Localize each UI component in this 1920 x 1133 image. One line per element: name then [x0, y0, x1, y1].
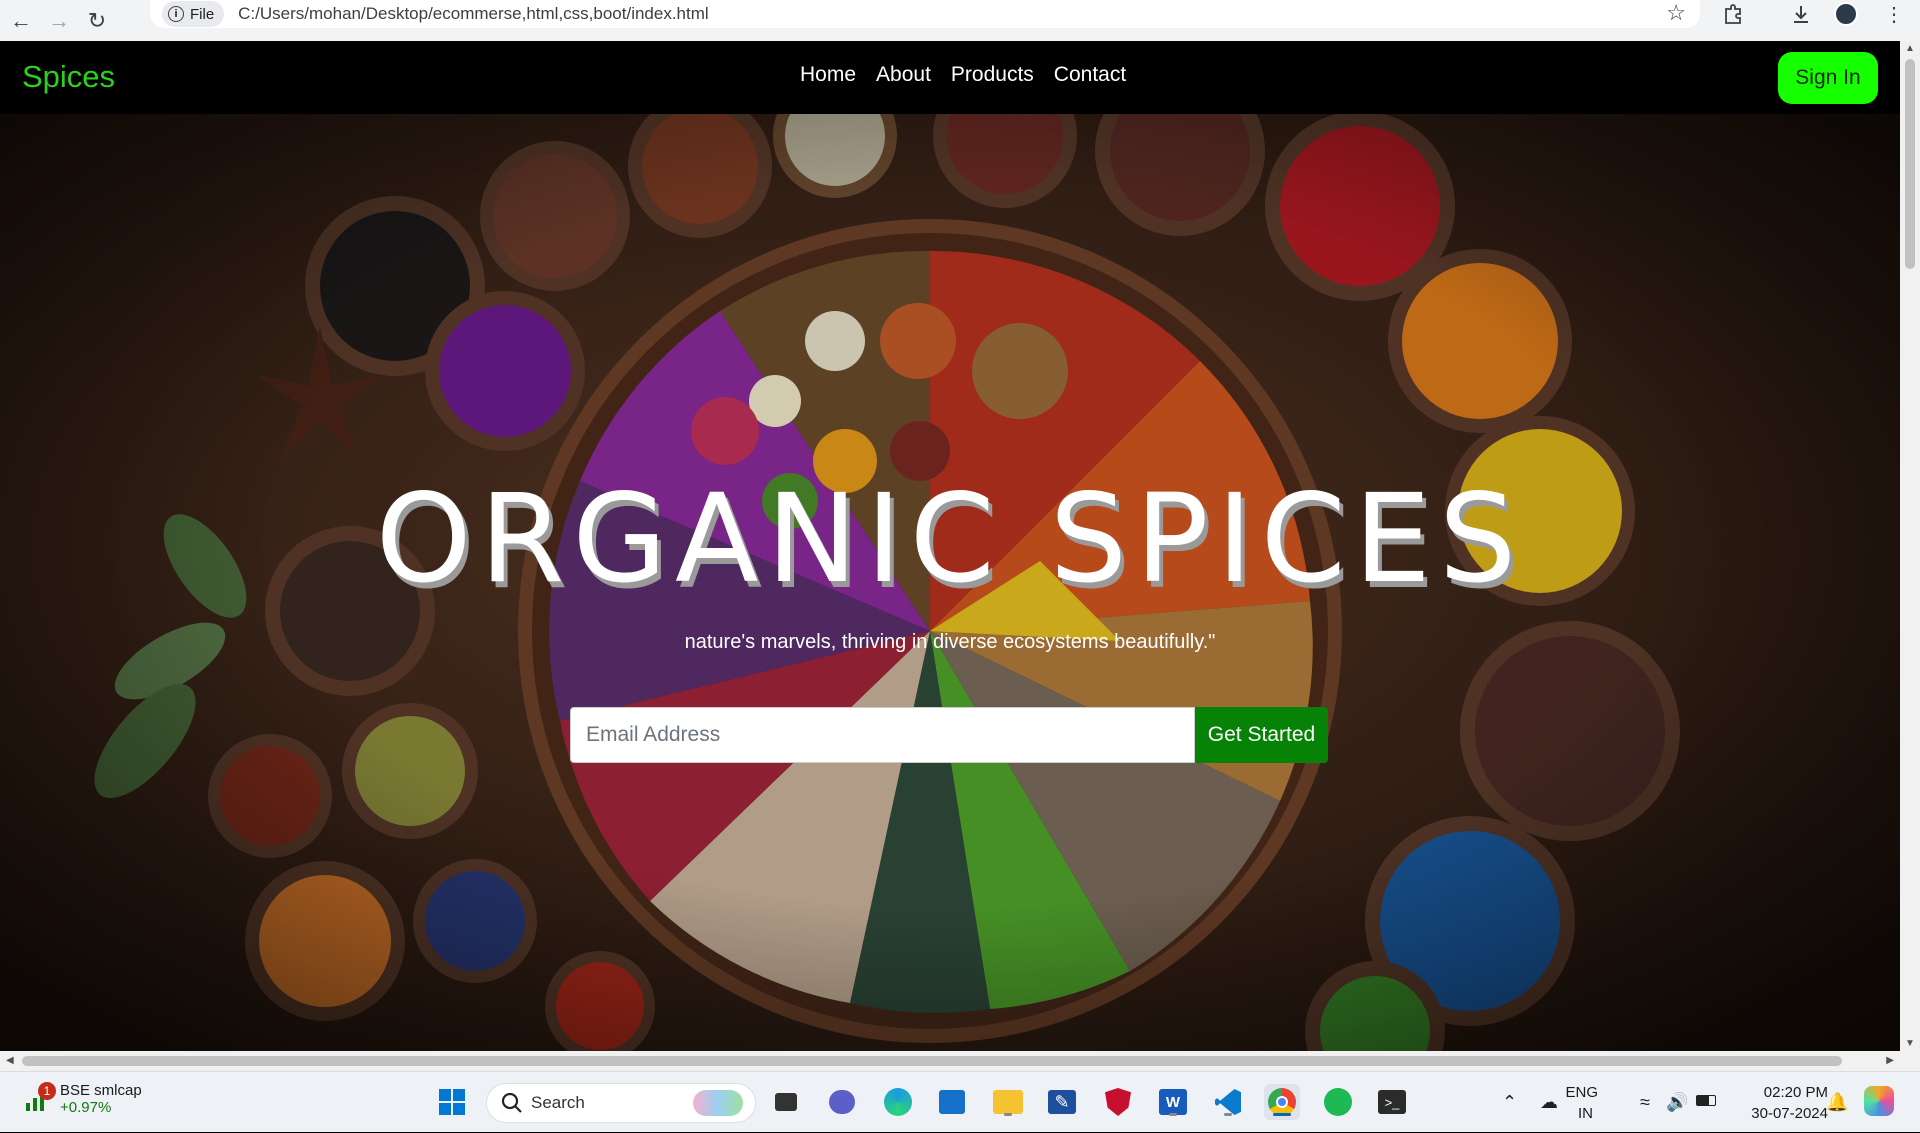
clock-time[interactable]: 02:20 PM	[1764, 1084, 1828, 1101]
address-bar[interactable]: i File C:/Users/mohan/Desktop/ecommerse,…	[150, 0, 1700, 28]
language-region[interactable]: IN	[1578, 1105, 1593, 1122]
site-navbar: Spices Home About Products Contact Sign …	[0, 41, 1900, 114]
horizontal-scroll-thumb[interactable]	[22, 1056, 1842, 1066]
vertical-scroll-thumb[interactable]	[1905, 59, 1915, 269]
nav-home[interactable]: Home	[800, 63, 856, 87]
back-icon[interactable]: ←	[4, 4, 38, 38]
nav-contact[interactable]: Contact	[1054, 63, 1126, 87]
download-icon[interactable]	[1790, 0, 1812, 28]
get-started-button[interactable]: Get Started	[1195, 707, 1328, 763]
web-page: Spices Home About Products Contact Sign …	[0, 41, 1900, 1051]
bookmark-star-icon[interactable]: ☆	[1666, 0, 1686, 26]
scroll-up-icon[interactable]: ▲	[1905, 43, 1915, 54]
windows-taskbar: 1 BSE smlcap +0.97% Search ✎ W >_ ⌃ ☁ EN…	[0, 1071, 1920, 1132]
horizontal-scrollbar[interactable]: ◀ ▶	[0, 1051, 1900, 1071]
brand-logo[interactable]: Spices	[22, 59, 115, 95]
browser-toolbar: ← → ↻ i File C:/Users/mohan/Desktop/ecom…	[0, 0, 1920, 41]
url-text[interactable]: C:/Users/mohan/Desktop/ecommerse,html,cs…	[238, 4, 709, 24]
email-input[interactable]	[570, 707, 1195, 763]
chevron-up-icon[interactable]: ⌃	[1502, 1092, 1517, 1113]
scroll-left-icon[interactable]: ◀	[6, 1055, 14, 1066]
vertical-scrollbar[interactable]: ▲ ▼	[1900, 41, 1920, 1051]
language-code[interactable]: ENG	[1565, 1084, 1598, 1101]
notification-bell-icon[interactable]: 🔔	[1826, 1092, 1848, 1113]
forward-icon[interactable]: →	[42, 4, 76, 38]
hero-subtitle: nature's marvels, thriving in diverse ec…	[684, 631, 1216, 653]
scroll-down-icon[interactable]: ▼	[1905, 1038, 1915, 1049]
sign-in-button[interactable]: Sign In	[1778, 52, 1878, 104]
scroll-right-icon[interactable]: ▶	[1886, 1055, 1894, 1066]
nav-links: Home About Products Contact	[800, 63, 1126, 87]
extensions-icon[interactable]	[1722, 0, 1744, 28]
nav-products[interactable]: Products	[951, 63, 1034, 87]
wifi-icon[interactable]: ≈	[1640, 1092, 1650, 1113]
email-signup-form: Get Started	[570, 707, 1328, 763]
nav-about[interactable]: About	[876, 63, 931, 87]
battery-icon[interactable]	[1696, 1092, 1716, 1113]
scrollbar-corner	[1900, 1051, 1920, 1071]
copilot-icon[interactable]	[1864, 1086, 1894, 1121]
volume-icon[interactable]: 🔊	[1666, 1092, 1688, 1113]
clock-date[interactable]: 30-07-2024	[1751, 1105, 1828, 1122]
file-chip-label: File	[190, 5, 215, 23]
onedrive-cloud-icon[interactable]: ☁	[1540, 1092, 1558, 1113]
system-tray: ⌃ ☁ ENG IN ≈ 🔊 02:20 PM 30-07-2024 🔔	[0, 1072, 1920, 1133]
menu-kebab-icon[interactable]: ⋮	[1884, 0, 1904, 28]
site-info-chip[interactable]: i File	[162, 1, 225, 27]
info-icon: i	[168, 6, 184, 22]
hero-title: ORGANIC SPICES	[375, 468, 1525, 610]
profile-avatar[interactable]	[1834, 0, 1858, 28]
reload-icon[interactable]: ↻	[80, 4, 114, 38]
